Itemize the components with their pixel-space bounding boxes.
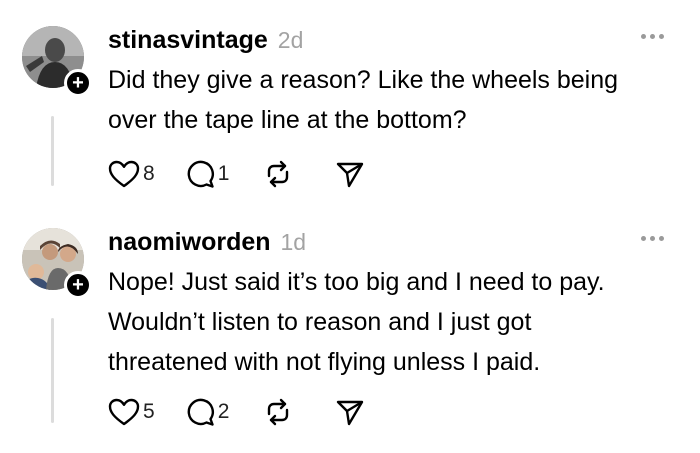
reply-bubble-icon — [187, 398, 214, 426]
thread-line — [51, 318, 54, 423]
comment-post: + stinasvintage 2d Did they give a reaso… — [0, 26, 700, 196]
like-count: 5 — [143, 400, 155, 423]
heart-icon — [108, 398, 140, 426]
reply-count: 2 — [217, 400, 230, 423]
comment-header: naomiworden 1d — [108, 228, 306, 262]
thread-line — [51, 116, 54, 186]
more-icon[interactable] — [641, 34, 664, 39]
reply-bubble-icon — [187, 160, 214, 188]
repost-icon — [268, 398, 289, 426]
share-icon — [337, 400, 364, 426]
repost-button[interactable] — [263, 394, 293, 430]
reply-button[interactable]: 2 — [185, 394, 230, 430]
more-icon[interactable] — [641, 236, 664, 241]
timestamp: 2d — [277, 27, 304, 53]
avatar[interactable]: + — [22, 26, 92, 97]
reply-count: 1 — [217, 162, 230, 185]
heart-icon — [108, 160, 140, 188]
comment-text: Nope! Just said it’s too big and I need … — [108, 268, 605, 376]
username[interactable]: stinasvintage — [108, 26, 268, 55]
follow-plus-icon[interactable]: + — [64, 69, 92, 97]
repost-icon — [268, 160, 289, 188]
timestamp: 1d — [280, 229, 307, 255]
avatar[interactable]: + — [22, 228, 92, 299]
share-icon — [337, 162, 364, 188]
like-button[interactable]: 8 — [108, 156, 155, 192]
comment-post: + naomiworden 1d Nope! Just said it’s to… — [0, 228, 700, 448]
comment-header: stinasvintage 2d — [108, 26, 303, 60]
comment-text: Did they give a reason? Like the wheels … — [108, 66, 619, 134]
share-button[interactable] — [335, 394, 365, 430]
action-bar: 8 1 — [108, 156, 365, 192]
follow-plus-icon[interactable]: + — [64, 271, 92, 299]
like-count: 8 — [143, 162, 155, 185]
share-button[interactable] — [335, 156, 365, 192]
like-button[interactable]: 5 — [108, 394, 155, 430]
username[interactable]: naomiworden — [108, 228, 271, 257]
action-bar: 5 2 — [108, 394, 365, 430]
repost-button[interactable] — [263, 156, 293, 192]
reply-button[interactable]: 1 — [185, 156, 230, 192]
